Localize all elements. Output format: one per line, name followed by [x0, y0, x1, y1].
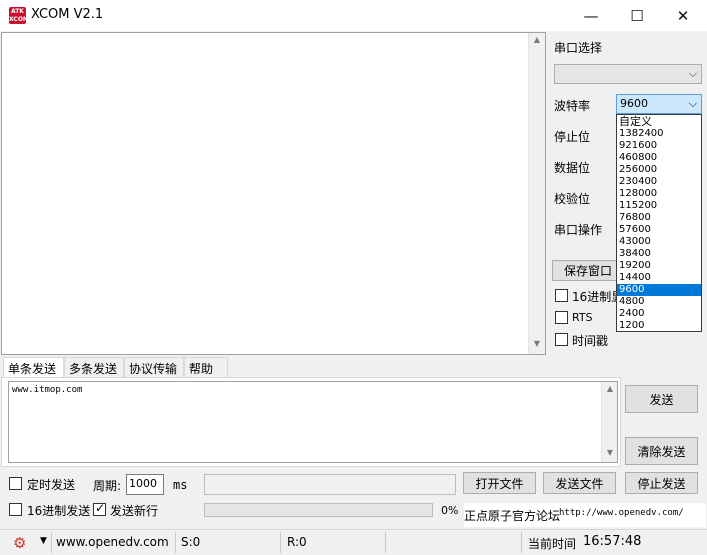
forum-link[interactable]: 正点原子官方论坛 — [464, 507, 560, 524]
baud-option[interactable]: 4800 — [617, 296, 701, 308]
tab-multi-send[interactable]: 多条发送 — [64, 357, 124, 377]
status-separator — [175, 532, 176, 553]
scroll-down-icon[interactable]: ▼ — [602, 448, 618, 457]
stop-bits-label: 停止位 — [554, 130, 591, 144]
status-separator — [385, 532, 386, 553]
title-bar: ATK XCOM XCOM V2.1 — ☐ ✕ — [0, 0, 707, 31]
status-time-value: 16:57:48 — [583, 534, 642, 549]
clear-send-button[interactable]: 清除发送 — [625, 437, 698, 465]
close-button[interactable]: ✕ — [660, 0, 706, 31]
baud-option[interactable]: 43000 — [617, 236, 701, 248]
send-input[interactable]: www.itmop.com ▲ ▼ — [8, 381, 618, 463]
period-input[interactable]: 1000 — [126, 474, 164, 495]
baud-option[interactable]: 256000 — [617, 164, 701, 176]
baud-option[interactable]: 19200 — [617, 260, 701, 272]
file-path-field[interactable] — [204, 474, 456, 495]
settings-gear-icon[interactable]: ⚙ — [13, 534, 26, 552]
baud-rate-value: 9600 — [620, 97, 648, 110]
data-bits-label: 数据位 — [554, 161, 591, 175]
timed-send-label: 定时发送 — [27, 478, 76, 492]
save-window-button[interactable]: 保存窗口 — [552, 260, 622, 281]
minimize-button[interactable]: — — [568, 0, 614, 31]
baud-option[interactable]: 38400 — [617, 248, 701, 260]
baud-option[interactable]: 115200 — [617, 200, 701, 212]
baud-option[interactable]: 230400 — [617, 176, 701, 188]
hex-send-label: 16进制发送 — [27, 504, 91, 518]
send-progress-bar — [204, 503, 433, 517]
status-sent-count: S:0 — [181, 535, 201, 549]
baud-label: 波特率 — [554, 99, 591, 113]
baud-option[interactable]: 128000 — [617, 188, 701, 200]
baud-option[interactable]: 1200 — [617, 320, 701, 331]
baud-option[interactable]: 460800 — [617, 152, 701, 164]
window-title: XCOM V2.1 — [31, 7, 104, 22]
chevron-down-icon: ⌵ — [688, 67, 697, 80]
forum-link-area[interactable]: 正点原子官方论坛 http://www.openedv.com/ — [464, 503, 706, 527]
baud-rate-dropdown[interactable]: 9600 ⌵ — [616, 94, 702, 114]
port-select-dropdown[interactable]: ⌵ — [554, 64, 702, 84]
app-logo-icon: ATK XCOM — [9, 7, 29, 24]
send-file-button[interactable]: 发送文件 — [543, 472, 616, 494]
scroll-up-icon[interactable]: ▲ — [529, 35, 545, 44]
hex-display-checkbox[interactable] — [555, 289, 568, 302]
status-received-count: R:0 — [287, 535, 307, 549]
baud-option[interactable]: 1382400 — [617, 128, 701, 140]
tab-single-send[interactable]: 单条发送 — [3, 357, 64, 378]
baud-option[interactable]: 76800 — [617, 212, 701, 224]
timestamp-label: 时间戳 — [572, 334, 609, 348]
baud-option[interactable]: 2400 — [617, 308, 701, 320]
tab-protocol[interactable]: 协议传输 — [124, 357, 184, 377]
send-text: www.itmop.com — [12, 385, 83, 395]
send-scrollbar[interactable]: ▲ ▼ — [601, 382, 617, 462]
rts-checkbox[interactable] — [555, 311, 568, 324]
status-time-label: 当前时间 — [528, 537, 577, 551]
rts-label: RTS — [572, 311, 593, 324]
chevron-down-icon: ⌵ — [688, 97, 697, 110]
tab-help[interactable]: 帮助 — [184, 357, 228, 377]
open-file-button[interactable]: 打开文件 — [463, 472, 536, 494]
dropdown-arrow-icon[interactable]: ▼ — [40, 536, 47, 546]
port-select-label: 串口选择 — [554, 41, 603, 55]
send-newline-label: 发送新行 — [110, 504, 159, 518]
status-separator — [521, 532, 522, 553]
baud-option[interactable]: 921600 — [617, 140, 701, 152]
stop-send-button[interactable]: 停止发送 — [625, 472, 698, 494]
timed-send-checkbox[interactable] — [9, 477, 22, 490]
baud-option[interactable]: 14400 — [617, 272, 701, 284]
send-newline-checkbox[interactable] — [93, 501, 106, 516]
forum-url[interactable]: http://www.openedv.com/ — [559, 508, 684, 518]
port-operation-label: 串口操作 — [554, 223, 603, 237]
hex-send-checkbox[interactable] — [9, 503, 22, 516]
send-button[interactable]: 发送 — [625, 385, 698, 413]
period-label: 周期: — [93, 479, 122, 493]
baud-option[interactable]: 57600 — [617, 224, 701, 236]
baud-option[interactable]: 自定义 — [617, 115, 701, 128]
status-bar: ⚙ ▼ www.openedv.com S:0 R:0 当前时间 16:57:4… — [0, 529, 707, 555]
baud-rate-options[interactable]: 自定义 1382400 921600 460800 256000 230400 128000… — [616, 114, 702, 332]
progress-percent: 0% — [441, 504, 459, 517]
status-separator — [51, 532, 52, 553]
parity-label: 校验位 — [554, 192, 591, 206]
receive-scrollbar[interactable]: ▲ ▼ — [528, 33, 545, 354]
period-unit: ms — [173, 478, 188, 492]
timestamp-checkbox[interactable] — [555, 333, 568, 346]
status-website[interactable]: www.openedv.com — [56, 535, 169, 549]
scroll-up-icon[interactable]: ▲ — [602, 384, 618, 393]
hex-display-label: 16进制显示 — [572, 290, 616, 304]
save-window-label: 保存窗口 — [564, 264, 613, 278]
scroll-down-icon[interactable]: ▼ — [529, 339, 545, 348]
receive-area[interactable]: ▲ ▼ — [1, 32, 546, 355]
maximize-button[interactable]: ☐ — [614, 0, 660, 31]
status-separator — [280, 532, 281, 553]
baud-option[interactable]: 9600 — [617, 284, 701, 296]
